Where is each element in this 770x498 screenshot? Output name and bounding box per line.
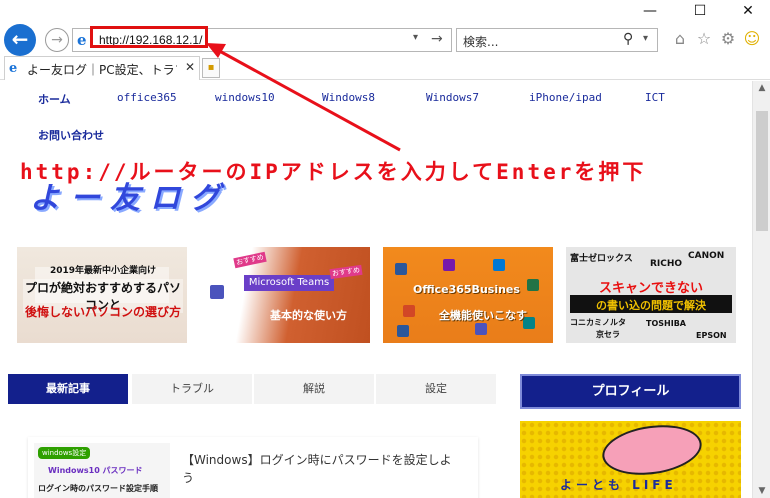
onenote-icon	[443, 259, 455, 271]
page-scrollbar[interactable]: ▲ ▼	[752, 81, 770, 498]
article-badge: windows設定	[38, 447, 91, 459]
tab-favicon-icon: e	[9, 61, 18, 76]
tab-latest[interactable]: 最新記事	[8, 374, 128, 404]
teams-logo-icon	[210, 285, 224, 299]
back-arrow-icon: ←	[11, 27, 29, 51]
thumbnail-text: 富士ゼロックス	[570, 254, 633, 264]
thumbnail-text: Office365Busines	[413, 283, 520, 296]
tab-yo-tomo-log[interactable]: e よー友ログ｜PC設定、トラブル... ✕	[4, 56, 200, 80]
search-box[interactable]: 検索... ⚲ ▾	[456, 28, 658, 52]
thumbnail-text: CANON	[688, 251, 725, 261]
thumbnail-text: コニカミノルタ	[570, 318, 626, 327]
home-icon[interactable]: ⌂	[670, 29, 690, 49]
thumbnail-text: 基本的な使い方	[270, 309, 347, 322]
excel-icon	[527, 279, 539, 291]
thumbnail-text: TOSHIBA	[646, 319, 686, 328]
new-tab-icon: ▪	[207, 62, 215, 73]
article-thumbnail[interactable]: windows設定 Windows10 パスワード ログイン時のパスワード設定手…	[34, 443, 170, 498]
profile-image-text: よーとも LIFE	[560, 478, 677, 492]
article-thumb-text: Windows10 パスワード	[48, 466, 143, 475]
thumbnail-text: 全機能使いこなす	[439, 309, 527, 322]
url-highlight-box	[90, 26, 208, 48]
thumbnail-text: RICHO	[650, 259, 683, 269]
profile-image[interactable]: よーとも LIFE	[520, 421, 741, 498]
teams-icon	[475, 323, 487, 335]
nav-item-office365[interactable]: office365	[117, 91, 177, 104]
article-card[interactable]: windows設定 Windows10 パスワード ログイン時のパスワード設定手…	[28, 437, 478, 498]
powerpoint-icon	[403, 305, 415, 317]
nav-item-windows10[interactable]: windows10	[215, 91, 275, 104]
thumbnail-tag: おすすめ	[329, 264, 363, 280]
thumbnail-text: 2019年最新中小企業向け	[49, 266, 157, 276]
close-window-button[interactable]: ✕	[734, 2, 762, 20]
page-viewport: ホーム office365 windows10 Windows8 Windows…	[0, 81, 752, 498]
forward-button[interactable]: →	[45, 28, 69, 52]
scroll-up-icon[interactable]: ▲	[753, 83, 770, 93]
close-tab-icon[interactable]: ✕	[185, 60, 195, 74]
article-thumb-text: ログイン時のパスワード設定手順	[38, 484, 158, 493]
favorites-star-icon[interactable]: ☆	[694, 29, 714, 49]
thumbnail-text: Microsoft Teams	[244, 275, 334, 291]
scrollbar-thumb[interactable]	[756, 111, 768, 231]
thumbnail-office365[interactable]: Office365Busines 全機能使いこなす	[383, 247, 553, 343]
thumbnail-text: 後悔しないパソコンの選び方	[24, 305, 181, 319]
maximize-button[interactable]: ☐	[686, 2, 714, 20]
thumbnail-microsoft-teams[interactable]: おすすめ Microsoft Teams おすすめ 基本的な使い方	[200, 247, 370, 343]
article-title[interactable]: 【Windows】ログイン時にパスワードを設定しよう	[182, 451, 462, 487]
nav-item-contact[interactable]: お問い合わせ	[38, 127, 104, 143]
nav-item-windows7[interactable]: Windows7	[426, 91, 479, 104]
ie-logo-icon: e	[77, 31, 87, 49]
go-arrow-icon[interactable]: →	[431, 31, 443, 47]
profile-heading: プロフィール	[520, 374, 741, 409]
tab-bar: e よー友ログ｜PC設定、トラブル... ✕ ▪	[0, 56, 770, 80]
nav-item-iphone-ipad[interactable]: iPhone/ipad	[529, 91, 602, 104]
nav-item-windows8[interactable]: Windows8	[322, 91, 375, 104]
word-icon	[395, 263, 407, 275]
smiley-feedback-icon[interactable]: ☺	[742, 29, 762, 49]
search-icon[interactable]: ⚲	[623, 31, 633, 47]
back-button[interactable]: ←	[4, 24, 36, 56]
thumbnail-tag: おすすめ	[233, 251, 267, 269]
minimize-button[interactable]: —	[636, 2, 664, 20]
new-tab-button[interactable]: ▪	[202, 58, 220, 78]
scroll-down-icon[interactable]: ▼	[753, 486, 770, 496]
window-titlebar: — ☐ ✕	[0, 0, 770, 22]
word-icon	[397, 325, 409, 337]
search-dropdown-icon[interactable]: ▾	[643, 33, 648, 44]
outlook-icon	[493, 259, 505, 271]
profile-oval	[599, 421, 705, 481]
thumbnail-text: EPSON	[696, 331, 727, 340]
gear-icon[interactable]: ⚙	[718, 29, 738, 49]
nav-item-home[interactable]: ホーム	[38, 91, 71, 107]
tab-explain[interactable]: 解説	[254, 374, 374, 404]
tab-title: よー友ログ｜PC設定、トラブル...	[27, 63, 177, 77]
thumbnail-text: スキャンできない	[598, 281, 703, 296]
thumbnail-scanner[interactable]: 富士ゼロックス RICHO CANON スキャンできない の書い込の問題で解決 …	[566, 247, 736, 343]
nav-item-ict[interactable]: ICT	[645, 91, 665, 104]
search-input[interactable]: 検索...	[463, 33, 498, 50]
annotation-text: http://ルーターのIPアドレスを入力してEnterを押下	[20, 160, 647, 184]
thumbnail-pc-selection[interactable]: 2019年最新中小企業向け プロが絶対おすすめするパソコンと 後悔しないパソコン…	[17, 247, 187, 343]
thumbnail-text: 京セラ	[596, 330, 620, 339]
forward-arrow-icon: →	[51, 32, 63, 48]
address-dropdown-icon[interactable]: ▾	[413, 32, 418, 43]
tab-settings[interactable]: 設定	[376, 374, 496, 404]
thumbnail-text: の書い込の問題で解決	[596, 299, 706, 312]
tab-trouble[interactable]: トラブル	[132, 374, 252, 404]
